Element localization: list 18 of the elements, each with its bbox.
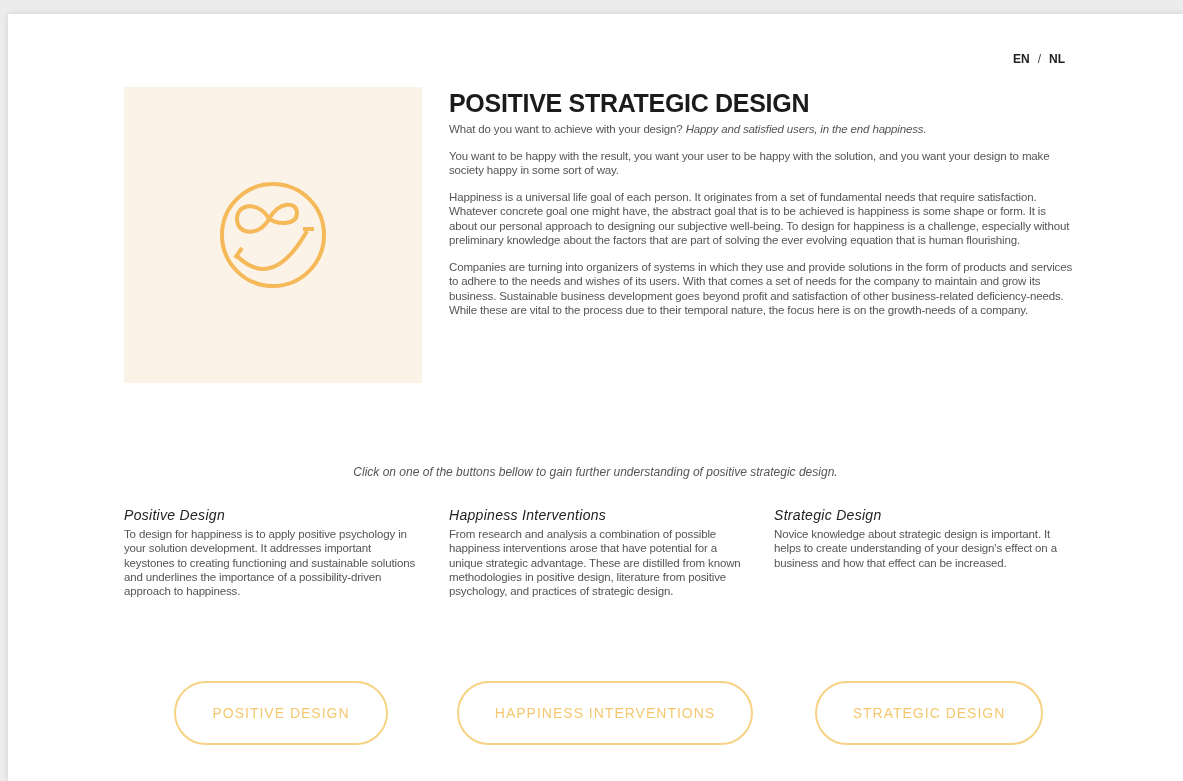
- section-button[interactable]: POSITIVE DESIGN: [174, 681, 388, 745]
- language-link[interactable]: NL: [1049, 52, 1065, 66]
- section-text: Novice knowledge about strategic design is important. It helps to create understanding of your design's effect on a business and how that effect can be increased.: [774, 527, 1058, 570]
- section-title: Happiness Interventions: [449, 507, 608, 523]
- intro-text: Click on one of the buttons bellow to gain further understanding of positive strategic design.: [352, 465, 839, 479]
- body-paragraph: What do you want to achieve with your design? Happy and satisfied users, in the end happiness.: [449, 122, 928, 137]
- body-paragraph: Happiness is a universal life goal of each person. It originates from a set of fundamental needs that require satisfaction. Whatever concrete goal one might have, the abstract goal that is to be achieved is happiness is some shape or form. It is about our personal approach to designing our subjective well-being. To design for happiness is a challenge, especially without preliminary knowledge about the factors that are part of solving the ever evolving equation that is human flourishing.: [449, 189, 1071, 248]
- language-separator: /: [1037, 52, 1041, 66]
- section-title: Positive Design: [124, 507, 226, 523]
- body-paragraph: Companies are turning into organizers of systems in which they use and provide solutions in the form of products and services to adhere to the needs and wishes of its users. With that comes a set of needs for the company to maintain and grow its business. Sustainable business development goes beyond profit and satisfaction of other business-related deficiency-needs. While these are vital to the process due to their temporal nature, the focus here is on the growth-needs of a company.: [449, 259, 1074, 318]
- section-title: Strategic Design: [774, 507, 883, 523]
- section-text: To design for happiness is to apply positive psychology in your solution development. It addresses important keystones to creating functioning and sustainable solutions and underlines the importance of a possibility-driven approach to happiness.: [124, 527, 416, 599]
- page-title: POSITIVE STRATEGIC DESIGN: [449, 89, 811, 118]
- section-button[interactable]: HAPPINESS INTERVENTIONS: [456, 681, 754, 745]
- language-link[interactable]: EN: [1013, 52, 1030, 66]
- section-text: From research and analysis a combination of possible happiness interventions arose that have potential for a unique strategic advantage. These are distilled from known methodologies in positive design, literature from positive psychology, and practices of strategic design.: [449, 527, 742, 599]
- section-button[interactable]: STRATEGIC DESIGN: [814, 681, 1044, 745]
- body-paragraph: You want to be happy with the result, you want your user to be happy with the solution, and you want your design to make society happy in some sort of way.: [449, 148, 1051, 178]
